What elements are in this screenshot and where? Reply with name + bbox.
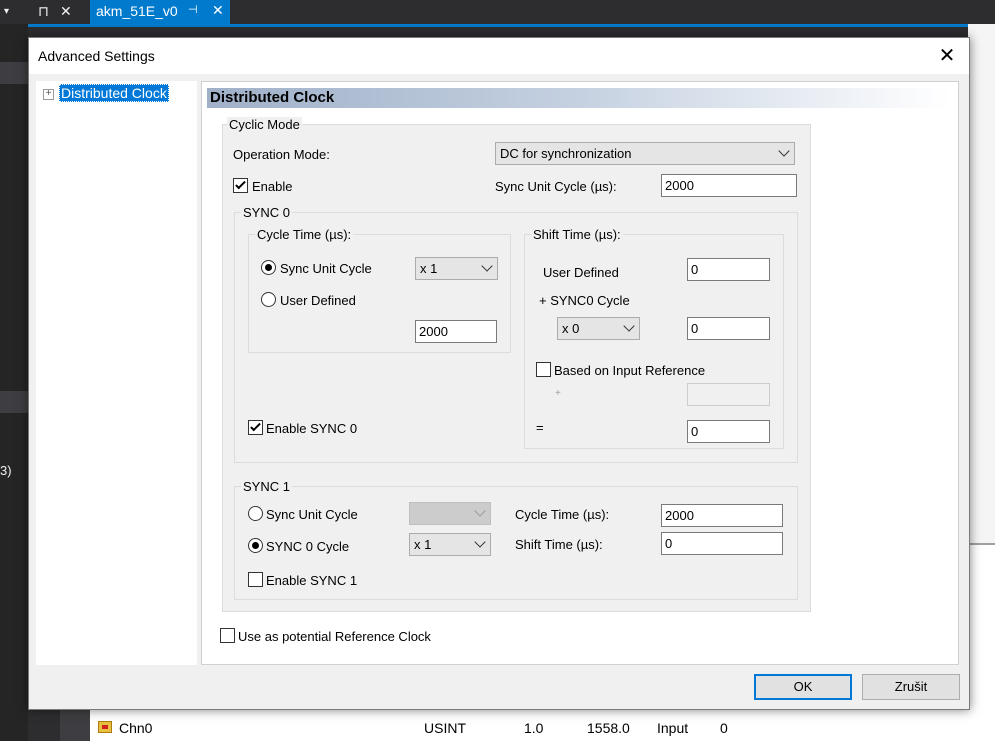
shift-multiplier-select[interactable]: x 0 — [557, 317, 640, 340]
plus-sign: + — [555, 388, 561, 399]
expand-icon[interactable]: + — [43, 89, 54, 100]
sync0-radio-user-defined[interactable] — [261, 292, 276, 307]
chevron-down-icon — [623, 320, 635, 332]
sync1-radio-sync0-cycle[interactable] — [248, 538, 263, 553]
sync0-cycle-multiplier-value: x 1 — [420, 261, 438, 276]
based-on-input-checkbox[interactable] — [536, 362, 551, 377]
panel-header: Distributed Clock — [207, 88, 951, 108]
variable-user: 0 — [720, 720, 728, 736]
enable-sync0-checkbox[interactable] — [248, 420, 263, 435]
sync1-sync0-multiplier-select[interactable]: x 1 — [409, 533, 491, 556]
variable-type: USINT — [424, 720, 466, 736]
cancel-button[interactable]: Zrušit — [862, 674, 960, 700]
ide-left-pane — [0, 24, 28, 741]
document-tab[interactable]: akm_51E_v0 ⊣ ✕ — [90, 0, 230, 24]
operation-mode-select[interactable]: DC for synchronization — [495, 142, 795, 165]
sync-unit-cycle-input[interactable] — [661, 174, 797, 197]
sync1-sync-unit-multiplier-select — [409, 502, 491, 525]
radio-selected-dot — [265, 264, 272, 271]
ide-left-clipped-text: 3) — [0, 463, 12, 478]
input-variable-icon — [98, 721, 112, 733]
variable-io: Input — [657, 720, 689, 736]
ide-scrollbar[interactable] — [60, 710, 90, 741]
enable-label: Enable — [252, 179, 293, 194]
document-tab-title: akm_51E_v0 — [96, 3, 178, 19]
variable-address: 1558.0 — [587, 720, 630, 736]
equals-sign: = — [536, 420, 544, 435]
sync0-cycle-time-label: Cycle Time (µs): — [255, 227, 354, 242]
close-icon[interactable]: ✕ — [212, 2, 224, 19]
sync1-cycle-time-label: Cycle Time (µs): — [515, 507, 610, 522]
operation-mode-value: DC for synchronization — [500, 146, 632, 161]
input-reference-field — [687, 383, 770, 406]
checkmark-icon — [235, 178, 246, 190]
ok-button[interactable]: OK — [754, 674, 852, 700]
variable-name: Chn0 — [119, 720, 153, 736]
enable-sync0-label: Enable SYNC 0 — [266, 421, 358, 436]
chevron-down-icon — [474, 505, 486, 517]
cyclic-mode-label: Cyclic Mode — [227, 117, 302, 132]
settings-tree: + Distributed Clock — [36, 81, 197, 665]
variable-table-row[interactable]: Chn0 USINT 1.0 1558.0 Input 0 — [90, 710, 995, 741]
panel-title: Distributed Clock — [210, 89, 335, 106]
dialog-titlebar: Advanced Settings ✕ — [29, 38, 969, 74]
tab-accent-strip — [0, 24, 995, 27]
enable-checkbox[interactable] — [233, 178, 248, 193]
sync1-radio-sync-unit-cycle[interactable] — [248, 506, 263, 521]
sync1-sync0-cycle-label: SYNC 0 Cycle — [266, 539, 350, 554]
ide-left-toolbar — [0, 62, 28, 84]
variable-size: 1.0 — [524, 720, 544, 736]
sync-unit-cycle-label: Sync Unit Cycle (µs): — [495, 179, 617, 194]
reference-clock-checkbox[interactable] — [220, 628, 235, 643]
shift-result-input[interactable] — [687, 420, 770, 443]
sync0-label: SYNC 0 — [241, 205, 292, 220]
sync0-cycle-time-input[interactable] — [415, 320, 497, 343]
enable-sync1-label: Enable SYNC 1 — [266, 573, 358, 588]
reference-clock-label: Use as potential Reference Clock — [238, 629, 431, 644]
shift-multiplier-result-input[interactable] — [687, 317, 770, 340]
based-on-input-label: Based on Input Reference — [554, 363, 706, 378]
sync1-cycle-time-input[interactable] — [661, 504, 783, 527]
sync0-sync-unit-cycle-label: Sync Unit Cycle — [280, 261, 372, 276]
sync0-radio-sync-unit-cycle[interactable] — [261, 260, 276, 275]
chevron-down-icon — [778, 145, 790, 157]
sync1-sync0-multiplier-value: x 1 — [414, 537, 432, 552]
operation-mode-label: Operation Mode: — [233, 147, 330, 162]
sync1-sync-unit-cycle-label: Sync Unit Cycle — [266, 507, 358, 522]
shift-user-defined-label: User Defined — [543, 265, 619, 280]
radio-selected-dot — [252, 542, 259, 549]
close-icon[interactable]: ✕ — [60, 3, 72, 20]
enable-sync1-checkbox[interactable] — [248, 572, 263, 587]
sync1-shift-time-input[interactable] — [661, 532, 783, 555]
dialog-title: Advanced Settings — [38, 48, 155, 64]
pin-icon[interactable]: ⊓ — [38, 3, 49, 20]
ide-right-pane — [968, 24, 995, 544]
advanced-settings-dialog: Advanced Settings ✕ + Distributed Clock … — [28, 37, 970, 710]
settings-panel: Distributed Clock Cyclic Mode Operation … — [201, 81, 959, 665]
checkmark-icon — [250, 420, 261, 432]
chevron-down-icon — [481, 260, 493, 272]
plus-sync0-cycle-label: + SYNC0 Cycle — [539, 293, 630, 308]
dropdown-icon[interactable]: ▾ — [4, 6, 9, 17]
sync0-user-defined-label: User Defined — [280, 293, 356, 308]
chevron-down-icon — [474, 536, 486, 548]
tree-item-distributed-clock[interactable]: Distributed Clock — [59, 84, 169, 102]
sync1-label: SYNC 1 — [241, 479, 292, 494]
sync0-cycle-multiplier-select[interactable]: x 1 — [415, 257, 498, 280]
ide-left-selected-row — [0, 391, 28, 413]
pin-icon[interactable]: ⊣ — [188, 3, 198, 16]
shift-multiplier-value: x 0 — [562, 321, 580, 336]
sync1-shift-time-label: Shift Time (µs): — [515, 537, 603, 552]
close-icon[interactable]: ✕ — [929, 42, 965, 70]
shift-user-defined-input[interactable] — [687, 258, 770, 281]
sync0-shift-time-label: Shift Time (µs): — [531, 227, 623, 242]
